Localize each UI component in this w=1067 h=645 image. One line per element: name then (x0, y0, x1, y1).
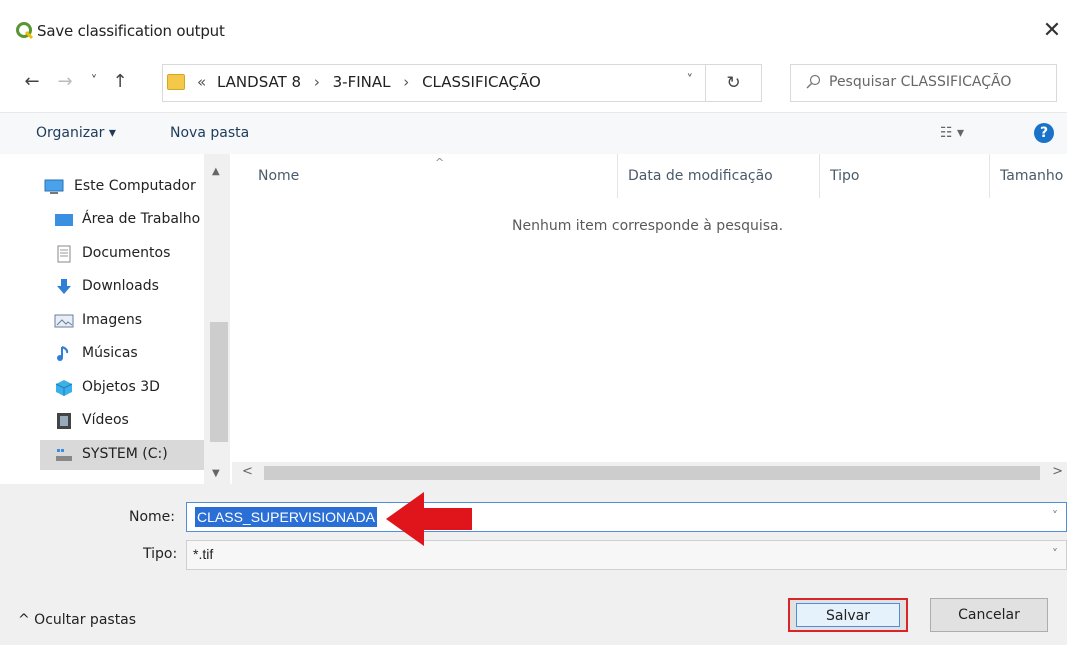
breadcrumb-separator[interactable]: › (403, 73, 409, 91)
file-type-value: *.tif (193, 546, 214, 562)
qgis-logo-icon (16, 22, 34, 40)
search-placeholder: Pesquisar CLASSIFICAÇÃO (829, 74, 1012, 90)
sidebar-item-label: Objetos 3D (82, 379, 160, 395)
file-name-value: CLASS_SUPERVISIONADA (195, 507, 377, 527)
computer-icon (44, 179, 64, 194)
chevron-down-icon[interactable]: ˅ (1052, 509, 1058, 523)
column-divider[interactable] (819, 154, 820, 198)
new-folder-button[interactable]: Nova pasta (170, 125, 249, 141)
file-type-label: Tipo: (143, 546, 178, 562)
back-button[interactable]: ← (22, 70, 42, 94)
sidebar-scrollbar[interactable]: ▲ ▼ (204, 154, 230, 484)
sidebar-item-desktop[interactable]: Área de Trabalho (40, 205, 212, 235)
address-bar[interactable]: « LANDSAT 8 › 3-FINAL › CLASSIFICAÇÃO ˅ (162, 64, 706, 102)
sidebar-item-label: Músicas (82, 345, 138, 361)
sidebar-item-pictures[interactable]: Imagens (40, 306, 212, 336)
search-icon (806, 74, 821, 89)
sidebar-item-this-pc[interactable]: Este Computador (40, 172, 212, 202)
help-icon[interactable]: ? (1034, 123, 1054, 143)
search-input[interactable]: Pesquisar CLASSIFICAÇÃO (790, 64, 1057, 102)
scrollbar-thumb[interactable] (210, 322, 228, 442)
scroll-down-button[interactable]: ▼ (212, 468, 220, 479)
sidebar-item-downloads[interactable]: Downloads (40, 272, 212, 302)
breadcrumb-3-final[interactable]: 3-FINAL (333, 73, 391, 91)
sidebar-item-label: Este Computador (74, 178, 196, 194)
sidebar-item-3d-objects[interactable]: Objetos 3D (40, 373, 212, 403)
sidebar-item-system-drive[interactable]: SYSTEM (C:) (40, 440, 208, 470)
address-dropdown-button[interactable]: ˅ (687, 73, 694, 88)
column-header-name[interactable]: Nome (258, 168, 299, 184)
sidebar-item-label: Downloads (82, 278, 159, 294)
breadcrumb-separator[interactable]: › (314, 73, 320, 91)
column-divider[interactable] (617, 154, 618, 198)
scroll-up-button[interactable]: ▲ (212, 166, 220, 177)
save-button-label: Salvar (796, 603, 900, 627)
hide-folders-toggle[interactable]: ^ Ocultar pastas (18, 612, 136, 628)
recent-locations-button[interactable]: ˅ (84, 70, 104, 94)
annotation-arrow-icon (386, 492, 472, 546)
organize-button[interactable]: Organizar ▾ (36, 125, 116, 141)
sidebar-item-label: Vídeos (82, 412, 129, 428)
sidebar-item-music[interactable]: Músicas (40, 339, 212, 369)
up-button[interactable]: ↑ (110, 70, 130, 94)
documents-icon (57, 245, 71, 263)
save-button[interactable]: Salvar (788, 598, 908, 632)
scroll-left-button[interactable]: < (242, 464, 253, 479)
file-name-label: Nome: (129, 509, 176, 525)
cancel-button[interactable]: Cancelar (930, 598, 1048, 632)
scroll-right-button[interactable]: > (1052, 464, 1063, 479)
videos-icon (57, 413, 71, 429)
window-title: Save classification output (37, 22, 225, 40)
breadcrumb-overflow[interactable]: « (197, 73, 206, 91)
scrollbar-thumb[interactable] (264, 466, 1040, 480)
breadcrumb-landsat8[interactable]: LANDSAT 8 (217, 73, 301, 91)
folder-icon (167, 74, 185, 90)
chevron-down-icon[interactable]: ˅ (1052, 547, 1058, 561)
sidebar-item-label: SYSTEM (C:) (82, 446, 168, 462)
column-header-size[interactable]: Tamanho (1000, 168, 1063, 184)
view-options-button[interactable]: ☷ ▾ (940, 125, 964, 141)
file-type-select[interactable]: *.tif ˅ (186, 540, 1067, 570)
pictures-icon (54, 314, 74, 328)
breadcrumb: « LANDSAT 8 › 3-FINAL › CLASSIFICAÇÃO (197, 73, 541, 91)
column-header-date[interactable]: Data de modificação (628, 168, 773, 184)
column-header-type[interactable]: Tipo (830, 168, 859, 184)
downloads-icon (57, 279, 71, 294)
breadcrumb-classificacao[interactable]: CLASSIFICAÇÃO (422, 73, 541, 91)
empty-list-message: Nenhum item corresponde à pesquisa. (512, 218, 784, 234)
sidebar-item-label: Área de Trabalho (82, 211, 201, 227)
close-button[interactable]: ✕ (1037, 16, 1067, 46)
file-list-scrollbar[interactable]: < > (232, 462, 1067, 484)
drive-icon (56, 449, 72, 461)
forward-button[interactable]: → (55, 70, 75, 94)
file-name-input[interactable]: CLASS_SUPERVISIONADA ˅ (186, 502, 1067, 532)
sidebar-item-documents[interactable]: Documentos (40, 239, 212, 269)
sidebar-item-videos[interactable]: Vídeos (40, 406, 212, 436)
command-bar: Organizar ▾ Nova pasta ☷ ▾ ? (0, 112, 1067, 154)
sort-indicator-icon: ^ (435, 156, 445, 169)
music-icon (57, 346, 69, 361)
file-list: ^ Nome Data de modificação Tipo Tamanho … (232, 154, 1067, 484)
desktop-icon (55, 214, 73, 226)
sidebar-item-label: Imagens (82, 312, 143, 328)
3d-objects-icon (55, 380, 73, 396)
refresh-button[interactable]: ↻ (706, 64, 762, 102)
sidebar-item-label: Documentos (82, 245, 171, 261)
column-divider[interactable] (989, 154, 990, 198)
